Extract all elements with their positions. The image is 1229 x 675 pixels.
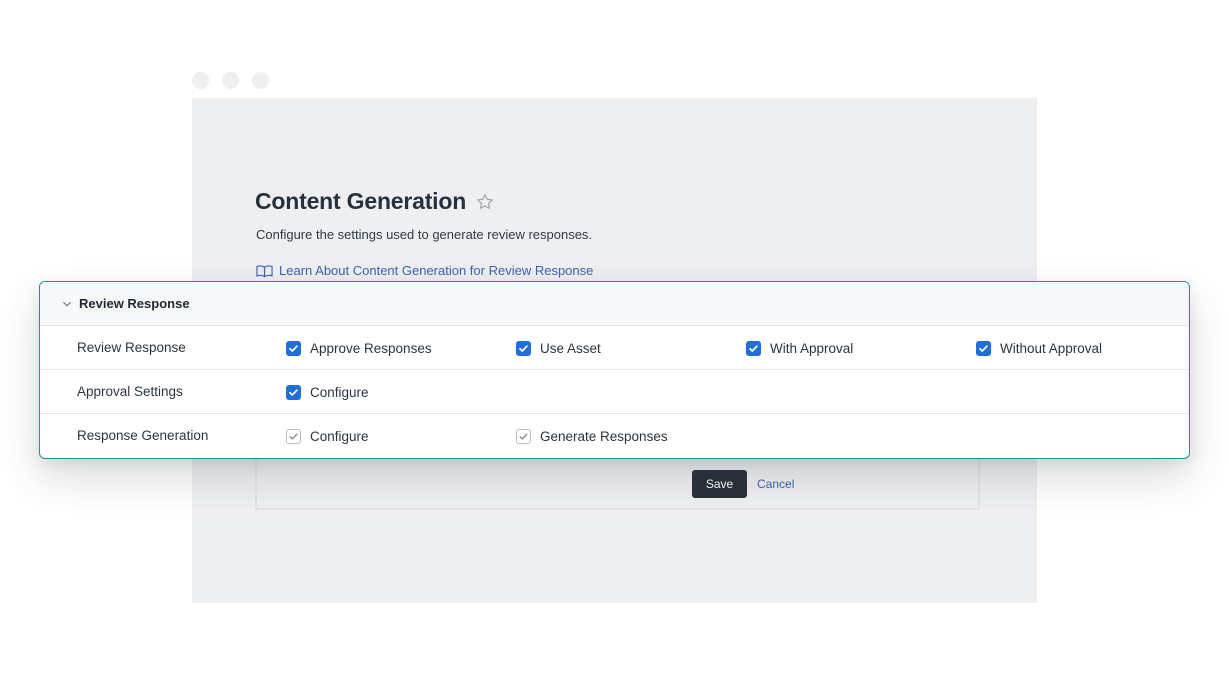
settings-row-response-generation: Response Generation Configure Generate R… [40, 414, 1189, 458]
checkbox-label: Approve Responses [310, 340, 432, 356]
window-dot [192, 72, 209, 89]
checkbox-approval-configure[interactable]: Configure [286, 370, 369, 414]
row-label: Approval Settings [77, 384, 183, 399]
card-header-title: Review Response [79, 296, 190, 311]
learn-link[interactable]: Learn About Content Generation for Revie… [256, 263, 593, 278]
save-button[interactable]: Save [692, 470, 747, 498]
checkmark-icon[interactable] [746, 340, 761, 356]
checkbox-label: Configure [310, 384, 369, 400]
checkbox-label: Without Approval [1000, 340, 1103, 356]
checkbox-with-approval[interactable]: With Approval [746, 326, 853, 370]
cancel-link[interactable]: Cancel [757, 477, 794, 491]
window-dot [252, 72, 269, 89]
checkbox-generation-configure: Configure [286, 414, 369, 458]
checkmark-icon[interactable] [976, 340, 991, 356]
checkbox-label: With Approval [770, 340, 854, 356]
checkmark-icon[interactable] [286, 340, 301, 356]
window-controls [192, 72, 269, 89]
review-response-card: Review Response Review Response Approve … [39, 281, 1190, 459]
window-dot [222, 72, 239, 89]
row-label: Response Generation [77, 428, 209, 443]
checkbox-generate-responses: Generate Responses [516, 414, 668, 458]
page-subtitle: Configure the settings used to generate … [256, 227, 593, 242]
checkbox-label: Generate Responses [540, 428, 668, 444]
star-outline-icon[interactable] [475, 192, 495, 212]
settings-row-review-response: Review Response Approve Responses Use As… [40, 326, 1189, 370]
book-icon [256, 264, 273, 277]
checkmark-icon [516, 428, 531, 444]
row-label: Review Response [77, 340, 186, 355]
checkmark-icon[interactable] [516, 340, 531, 356]
page-title-group: Content Generation [255, 188, 495, 215]
checkbox-approve-responses[interactable]: Approve Responses [286, 326, 432, 370]
checkbox-without-approval[interactable]: Without Approval [976, 326, 1102, 370]
chevron-down-icon[interactable] [62, 299, 72, 309]
checkbox-use-asset[interactable]: Use Asset [516, 326, 601, 370]
card-header[interactable]: Review Response [40, 282, 1189, 326]
checkmark-icon[interactable] [286, 384, 301, 400]
checkmark-icon [286, 428, 301, 444]
learn-link-label: Learn About Content Generation for Revie… [279, 263, 594, 278]
page-title: Content Generation [255, 188, 467, 214]
checkbox-label: Configure [310, 428, 369, 444]
settings-row-approval-settings: Approval Settings Configure [40, 370, 1189, 414]
checkbox-label: Use Asset [540, 340, 601, 356]
